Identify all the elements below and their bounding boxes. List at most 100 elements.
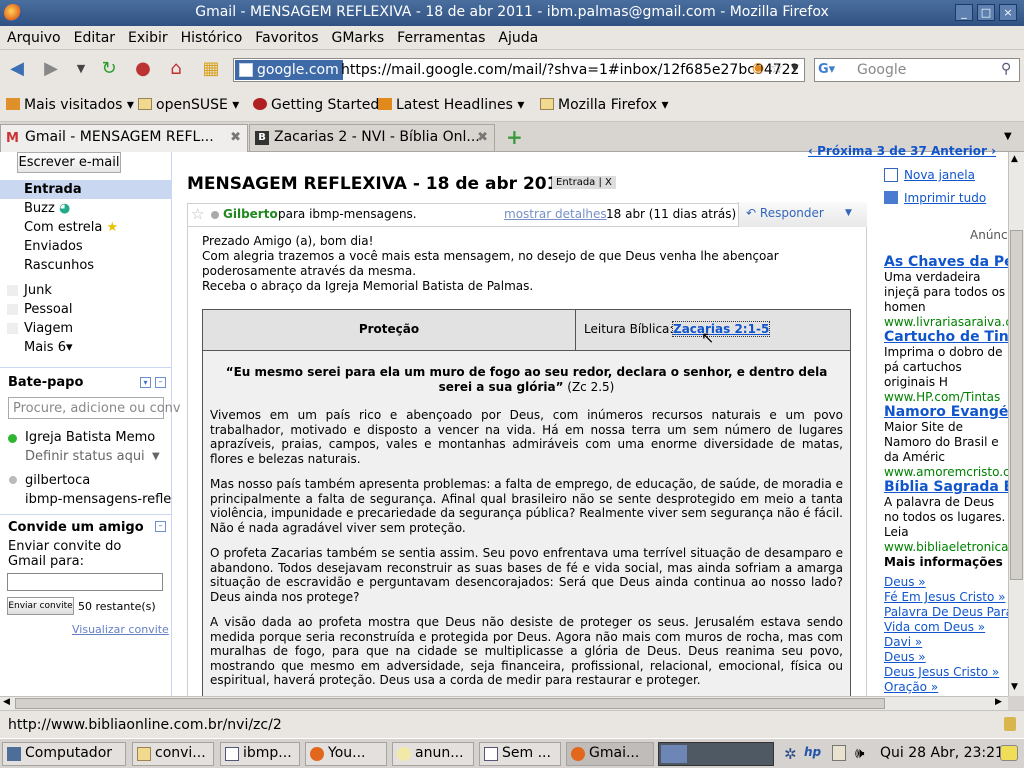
bookmark-star-icon[interactable]: ☆ xyxy=(770,59,783,77)
new-window-icon[interactable] xyxy=(884,168,898,182)
label-pessoal[interactable]: Pessoal xyxy=(24,302,72,317)
ad-item[interactable]: Namoro EvangélicMaior Site de Namoro do … xyxy=(884,405,1008,480)
chat-contact-gilbertoca[interactable]: gilbertoca xyxy=(25,473,90,488)
menu-exibir[interactable]: Exibir xyxy=(121,26,174,46)
more-info-link[interactable]: Deus » xyxy=(884,650,1008,665)
reading-link[interactable]: Zacarias 2:1-5 xyxy=(671,321,771,337)
bookmark-mozilla-firefox[interactable]: Mozilla Firefox ▾ xyxy=(540,96,669,114)
nav-drafts[interactable]: Rascunhos xyxy=(24,258,94,273)
volume-icon[interactable]: 🕪 xyxy=(855,744,864,762)
nav-buzz[interactable]: Buzz ◕ xyxy=(24,201,70,216)
chat-contact-self[interactable]: Igreja Batista Memo xyxy=(25,430,155,445)
horizontal-scroll-thumb[interactable] xyxy=(15,698,885,709)
send-invite-button[interactable]: Enviar convite xyxy=(7,597,74,615)
hp-icon[interactable]: hp xyxy=(804,745,821,759)
reload-icon[interactable]: ↻ xyxy=(98,58,120,80)
compose-button[interactable]: Escrever e-mail xyxy=(17,152,121,173)
menu-gmarks[interactable]: GMarks xyxy=(325,26,391,46)
more-labels-link[interactable]: Mais 6▾ xyxy=(24,340,73,355)
nav-sent[interactable]: Enviados xyxy=(24,239,83,254)
task-item[interactable]: convi... xyxy=(132,742,214,766)
invite-email-input[interactable] xyxy=(7,573,163,591)
ad-item[interactable]: As Chaves da Per Uma verdadeira injeçã pa… xyxy=(884,255,1008,330)
vertical-scrollbar[interactable]: ▲ ▼ xyxy=(1008,152,1024,696)
tab-gmail[interactable]: M Gmail - MENSAGEM REFL... ✖ xyxy=(0,124,248,152)
menu-editar[interactable]: Editar xyxy=(67,26,121,46)
sender-name[interactable]: Gilberto xyxy=(223,207,278,221)
more-info-link[interactable]: Davi » xyxy=(884,635,1008,650)
task-item[interactable]: ibmp... xyxy=(220,742,300,766)
nav-inbox[interactable]: Entrada xyxy=(24,182,82,197)
maximize-button[interactable]: □ xyxy=(977,4,995,21)
search-go-icon[interactable]: ⚲ xyxy=(1001,61,1011,77)
lock-icon[interactable] xyxy=(1004,717,1016,731)
bookmark-getting-started[interactable]: Getting Started xyxy=(253,96,379,114)
ad-item[interactable]: Bíblia Sagrada EleA palavra de Deus no t… xyxy=(884,480,1008,555)
site-identity-button[interactable]: google.com xyxy=(235,60,343,80)
menu-arquivo[interactable]: Arquivo xyxy=(0,26,67,46)
scroll-left-icon[interactable]: ◀ xyxy=(3,697,10,707)
scroll-right-icon[interactable]: ▶ xyxy=(995,697,1002,707)
apps-icon[interactable]: ▦ xyxy=(200,58,222,80)
more-info-link[interactable]: Oração » xyxy=(884,680,1008,695)
start-button[interactable]: Computador xyxy=(2,742,126,766)
close-tab-icon[interactable]: ✖ xyxy=(230,130,241,145)
bookmark-mais-visitados[interactable]: Mais visitados ▾ xyxy=(6,96,134,114)
chat-contact-sub[interactable]: ibmp-mensagens-reflexiv xyxy=(25,492,171,507)
print-icon[interactable] xyxy=(884,191,898,204)
inbox-label-badge[interactable]: Entrada | X xyxy=(552,176,616,189)
more-actions-icon[interactable]: ▼ xyxy=(845,208,852,218)
url-dropdown-icon[interactable]: ▼ xyxy=(791,63,799,74)
bookmark-latest-headlines[interactable]: Latest Headlines ▾ xyxy=(378,96,524,114)
search-placeholder[interactable]: Google xyxy=(857,60,906,80)
chat-status-hint[interactable]: Definir status aqui xyxy=(25,449,145,464)
minimize-button[interactable]: _ xyxy=(955,4,973,21)
more-info-link[interactable]: Deus » xyxy=(884,575,1008,590)
scroll-down-icon[interactable]: ▼ xyxy=(1011,682,1018,692)
menu-favoritos[interactable]: Favoritos xyxy=(248,26,324,46)
tab-zacarias[interactable]: B Zacarias 2 - NVI - Bíblia Onl... ✖ xyxy=(249,124,495,152)
horizontal-scrollbar[interactable]: ◀ ▶ xyxy=(0,696,1008,710)
search-box[interactable]: G▾ xyxy=(814,58,1020,82)
new-tab-icon[interactable]: + xyxy=(506,125,523,149)
menu-ajuda[interactable]: Ajuda xyxy=(491,26,544,46)
vertical-scroll-thumb[interactable] xyxy=(1010,230,1023,580)
back-icon[interactable]: ◀ xyxy=(6,58,28,80)
more-info-link[interactable]: Palavra De Deus Para xyxy=(884,605,1008,620)
star-toggle-icon[interactable]: ☆ xyxy=(191,205,204,223)
forward-icon[interactable]: ▶ xyxy=(40,58,62,80)
preview-invite-link[interactable]: Visualizar convite xyxy=(72,623,169,636)
label-junk[interactable]: Junk xyxy=(24,283,52,298)
notification-icon[interactable] xyxy=(1000,745,1018,761)
reply-button[interactable]: ↶ Responder xyxy=(746,206,824,220)
menu-historico[interactable]: Histórico xyxy=(174,26,249,46)
menu-ferramentas[interactable]: Ferramentas xyxy=(390,26,491,46)
more-info-link[interactable]: Fé Em Jesus Cristo » xyxy=(884,590,1008,605)
show-details-link[interactable]: mostrar detalhes xyxy=(504,207,607,221)
chat-minimize-icon[interactable]: – xyxy=(155,377,166,388)
clock[interactable]: Qui 28 Abr, 23:21 xyxy=(880,745,1004,761)
home-icon[interactable]: ⌂ xyxy=(165,58,187,80)
invite-minimize-icon[interactable]: – xyxy=(155,521,166,532)
chat-options-icon[interactable]: ▾ xyxy=(140,377,151,388)
chat-search-placeholder[interactable]: Procure, adicione ou conv xyxy=(13,401,181,416)
remove-label-icon[interactable]: X xyxy=(605,177,612,188)
label-viagem[interactable]: Viagem xyxy=(24,321,73,336)
nav-starred[interactable]: Com estrela ★ xyxy=(24,220,118,235)
task-item-active[interactable]: Gmai... xyxy=(566,742,654,766)
ad-item[interactable]: Cartucho de TintaImprima o dobro de pá c… xyxy=(884,330,1008,405)
more-info-link[interactable]: Vida com Deus » xyxy=(884,620,1008,635)
workspace-switcher[interactable] xyxy=(658,742,774,766)
close-window-button[interactable]: × xyxy=(999,4,1017,21)
more-info-link[interactable]: Deus Jesus Cristo » xyxy=(884,665,1008,680)
rss-icon[interactable]: ◉ xyxy=(752,60,764,76)
status-dropdown-icon[interactable]: ▼ xyxy=(152,451,160,462)
stop-icon[interactable]: ● xyxy=(132,58,154,80)
scroll-up-icon[interactable]: ▲ xyxy=(1011,154,1018,164)
history-dropdown-icon[interactable]: ▼ xyxy=(70,58,92,80)
task-item[interactable]: anun... xyxy=(392,742,474,766)
network-icon[interactable]: ✲ xyxy=(784,745,797,763)
new-window-link[interactable]: Nova janela xyxy=(904,168,975,182)
tab-list-icon[interactable]: ▼ xyxy=(1004,131,1012,142)
conversation-nav[interactable]: ‹ Próxima 3 de 37 Anterior › xyxy=(808,144,996,158)
